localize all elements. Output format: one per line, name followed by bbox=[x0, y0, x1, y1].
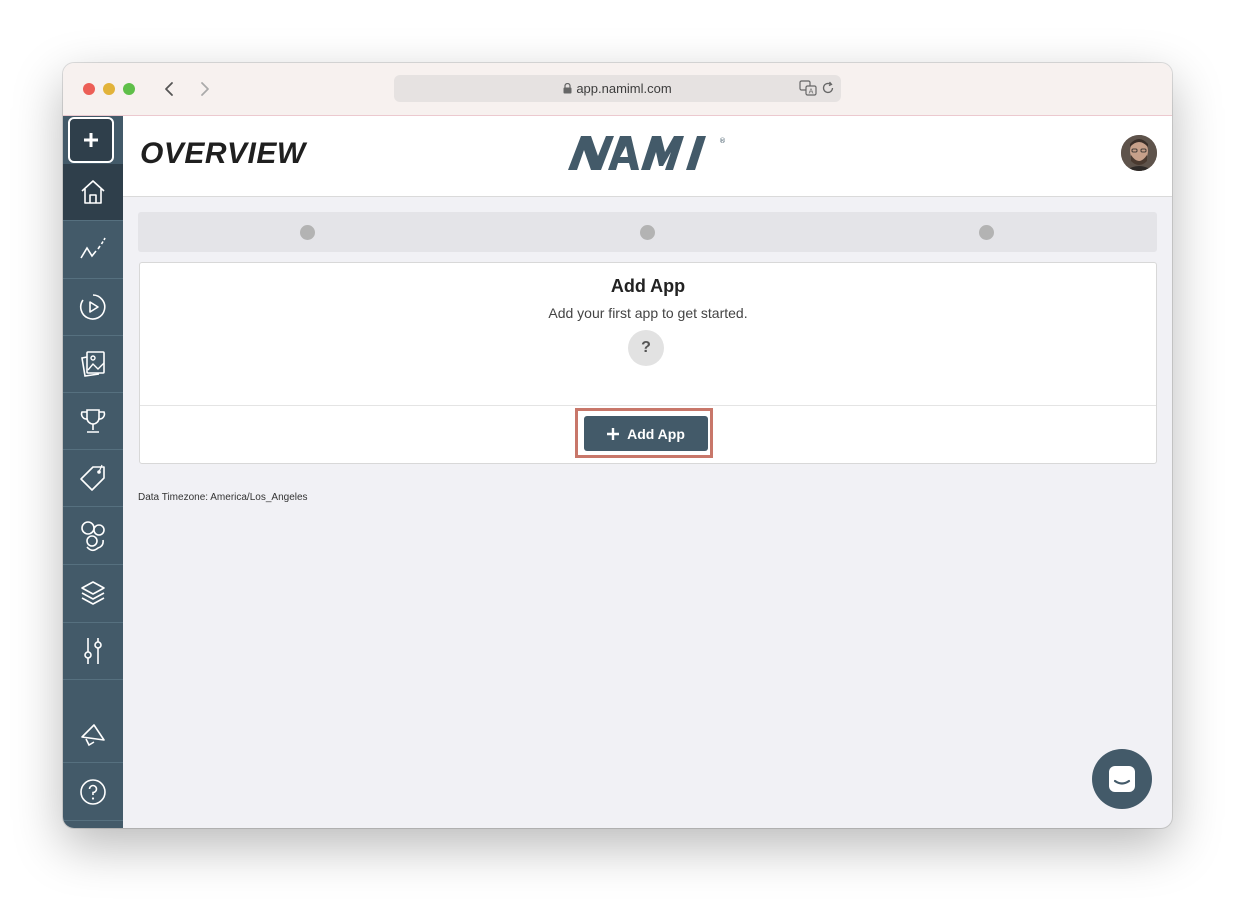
help-glyph: ? bbox=[641, 339, 651, 356]
nami-logo[interactable]: ® bbox=[568, 134, 728, 179]
sidebar bbox=[63, 116, 123, 828]
sliders-icon bbox=[84, 638, 102, 664]
maximize-window-button[interactable] bbox=[123, 83, 135, 95]
layers-icon bbox=[81, 581, 105, 605]
step-dot-2[interactable] bbox=[640, 225, 655, 240]
paywalls-icon bbox=[81, 351, 105, 377]
close-window-button[interactable] bbox=[83, 83, 95, 95]
reload-icon[interactable] bbox=[821, 81, 835, 100]
help-icon bbox=[80, 779, 106, 805]
add-app-button[interactable]: Add App bbox=[584, 416, 708, 451]
sidebar-item-paywalls[interactable] bbox=[63, 336, 123, 393]
plus-icon bbox=[84, 133, 98, 147]
sidebar-item-home[interactable] bbox=[63, 164, 123, 221]
sidebar-item-analytics[interactable] bbox=[63, 222, 123, 279]
users-icon bbox=[81, 521, 105, 552]
chat-launcher-button[interactable] bbox=[1092, 749, 1152, 809]
help-tooltip-icon[interactable]: ? bbox=[628, 330, 664, 366]
announcement-icon bbox=[81, 724, 105, 747]
page-title: OVERVIEW bbox=[140, 137, 306, 170]
card-divider bbox=[140, 405, 1156, 406]
analytics-icon bbox=[80, 237, 106, 259]
sidebar-item-achievements[interactable] bbox=[63, 393, 123, 450]
browser-titlebar: app.namiml.com A bbox=[63, 63, 1172, 116]
step-dot-1[interactable] bbox=[300, 225, 315, 240]
add-app-card: Add App Add your first app to get starte… bbox=[139, 262, 1157, 464]
sidebar-item-settings[interactable] bbox=[63, 623, 123, 680]
card-subtitle: Add your first app to get started. bbox=[548, 305, 748, 321]
trophy-icon bbox=[80, 409, 106, 433]
address-bar[interactable]: app.namiml.com A bbox=[394, 75, 841, 102]
sidebar-item-entitlements[interactable] bbox=[63, 450, 123, 507]
lock-icon bbox=[563, 82, 572, 97]
url-text: app.namiml.com bbox=[576, 81, 672, 96]
svg-text:A: A bbox=[809, 88, 814, 96]
campaign-play-icon bbox=[79, 294, 106, 320]
sidebar-add-button[interactable] bbox=[68, 117, 114, 163]
sidebar-item-campaigns[interactable] bbox=[63, 279, 123, 336]
add-app-button-label: Add App bbox=[627, 425, 685, 442]
tag-icon bbox=[80, 464, 105, 491]
back-arrow-icon[interactable] bbox=[160, 79, 180, 99]
translate-icon[interactable]: A bbox=[799, 80, 817, 101]
logo-registered-mark: ® bbox=[719, 137, 726, 145]
forward-arrow-icon[interactable] bbox=[194, 79, 214, 99]
step-dot-3[interactable] bbox=[979, 225, 994, 240]
plus-icon bbox=[607, 427, 620, 440]
onboarding-stepper bbox=[138, 212, 1157, 252]
sidebar-item-customers[interactable] bbox=[63, 508, 123, 565]
sidebar-item-help[interactable] bbox=[63, 764, 123, 821]
home-icon bbox=[81, 180, 105, 204]
card-title: Add App bbox=[610, 276, 686, 296]
sidebar-item-products[interactable] bbox=[63, 566, 123, 623]
data-timezone-label: Data Timezone: America/Los_Angeles bbox=[138, 492, 308, 503]
minimize-window-button[interactable] bbox=[103, 83, 115, 95]
chat-icon bbox=[1109, 766, 1135, 792]
sidebar-item-announcements[interactable] bbox=[63, 706, 123, 763]
user-avatar[interactable] bbox=[1121, 135, 1157, 171]
browser-window: app.namiml.com A OVERVIEW ® Add App Add … bbox=[63, 63, 1172, 828]
page-header: OVERVIEW ® bbox=[123, 116, 1172, 197]
